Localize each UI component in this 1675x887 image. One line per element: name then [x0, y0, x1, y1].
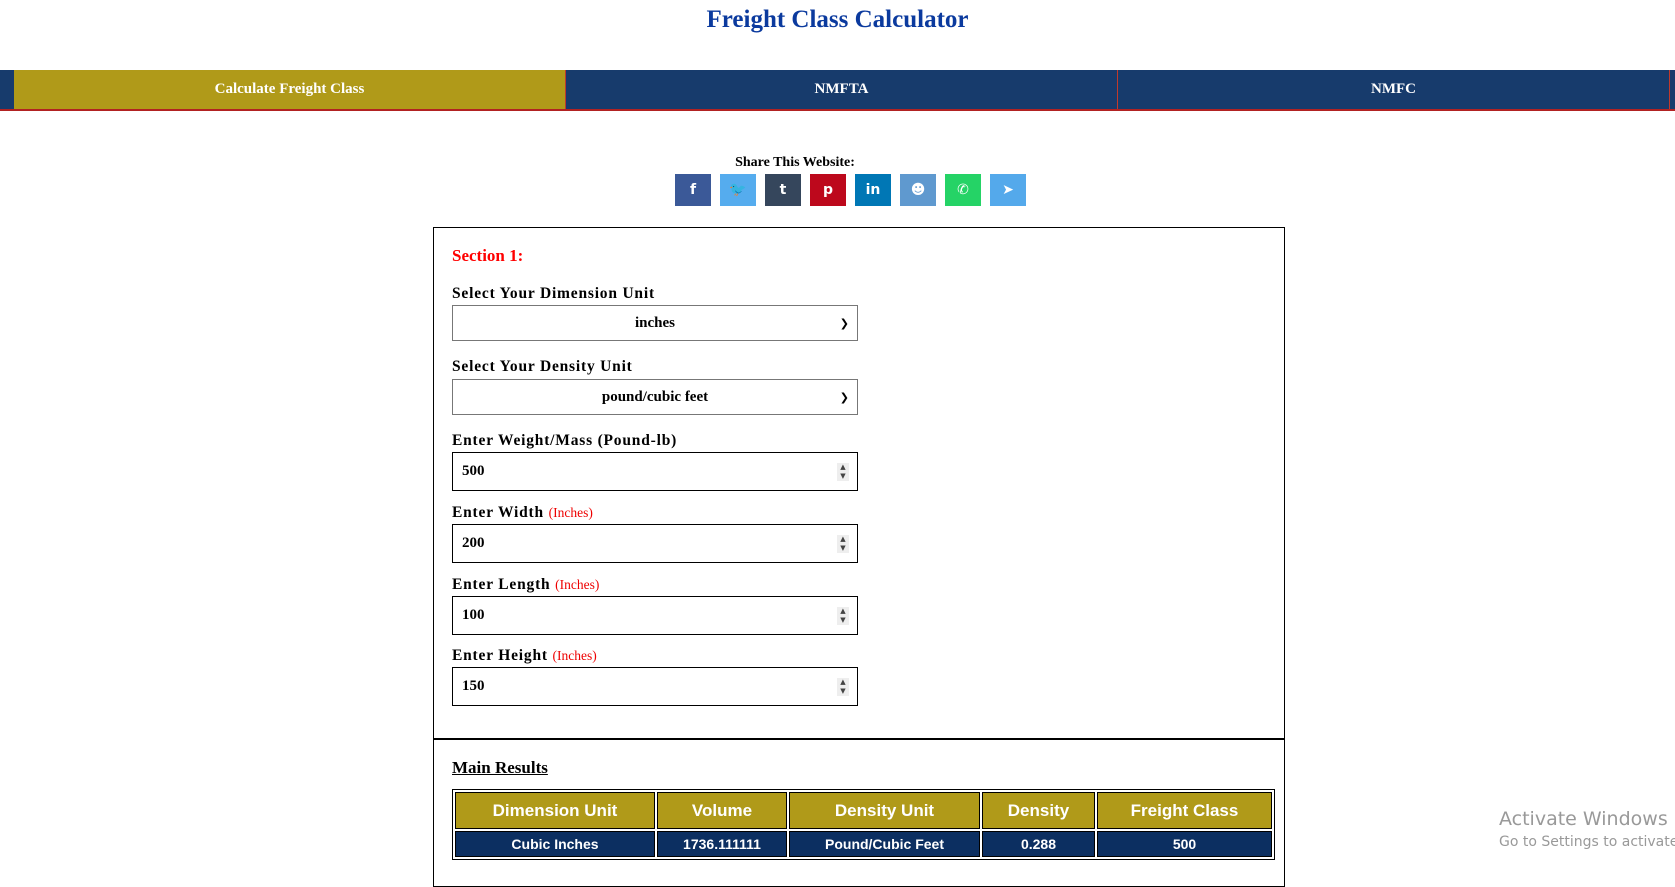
page-title: Freight Class Calculator	[706, 6, 969, 33]
height-label-text: Enter Height	[452, 647, 548, 664]
tab-calculate-freight-class[interactable]: Calculate Freight Class	[14, 70, 566, 109]
spinner-icon[interactable]: ▲ ▼	[837, 607, 849, 625]
header-dimension-unit: Dimension Unit	[455, 792, 655, 829]
chevron-down-icon: ❯	[839, 390, 849, 404]
density-unit-select[interactable]: pound/cubic feet ❯	[452, 379, 858, 415]
dimension-unit-select[interactable]: inches ❯	[452, 305, 858, 341]
pinterest-share-button[interactable]: p	[810, 174, 846, 206]
width-input[interactable]: 200 ▲ ▼	[452, 524, 858, 563]
density-unit-value: pound/cubic feet	[601, 388, 709, 405]
linkedin-icon: in	[865, 182, 881, 198]
section-label: Section 1:	[452, 246, 524, 265]
whatsapp-icon: ✆	[957, 182, 969, 198]
chevron-down-icon: ❯	[839, 316, 849, 330]
reddit-icon: ☻	[910, 182, 926, 198]
cell-density-unit: Pound/Cubic Feet	[789, 831, 980, 857]
twitter-icon: 🐦	[729, 182, 747, 198]
activate-windows-subtext: Go to Settings to activate Windows.	[1499, 834, 1675, 850]
density-unit-label: Select Your Density Unit	[452, 358, 633, 375]
length-label: Enter Length (Inches)	[452, 576, 599, 594]
height-unit: (Inches)	[552, 648, 597, 663]
height-value: 150	[462, 678, 485, 694]
header-density: Density	[982, 792, 1095, 829]
width-unit: (Inches)	[548, 505, 593, 520]
twitter-share-button[interactable]: 🐦	[720, 174, 756, 206]
telegram-share-button[interactable]: ➤	[990, 174, 1026, 206]
width-label: Enter Width (Inches)	[452, 504, 593, 522]
cell-dimension-unit: Cubic Inches	[455, 831, 655, 857]
reddit-share-button[interactable]: ☻	[900, 174, 936, 206]
share-buttons: f 🐦 t p in ☻ ✆ ➤	[675, 174, 1026, 206]
length-value: 100	[462, 607, 485, 623]
table-row: Cubic Inches 1736.111111 Pound/Cubic Fee…	[455, 831, 1272, 857]
weight-value: 500	[462, 463, 485, 479]
spinner-icon[interactable]: ▲ ▼	[837, 678, 849, 696]
height-input[interactable]: 150 ▲ ▼	[452, 667, 858, 706]
dimension-unit-value: inches	[634, 314, 675, 331]
activate-windows-watermark: Activate Windows	[1499, 808, 1668, 830]
width-label-text: Enter Width	[452, 504, 544, 521]
table-header-row: Dimension Unit Volume Density Unit Densi…	[455, 792, 1272, 829]
section-divider	[433, 738, 1285, 740]
weight-label: Enter Weight/Mass (Pound-lb)	[452, 432, 678, 449]
main-results-title: Main Results	[452, 758, 548, 777]
telegram-icon: ➤	[1002, 182, 1014, 198]
dimension-unit-label: Select Your Dimension Unit	[452, 285, 655, 302]
results-table: Dimension Unit Volume Density Unit Densi…	[452, 789, 1275, 860]
length-label-text: Enter Length	[452, 576, 551, 593]
linkedin-share-button[interactable]: in	[855, 174, 891, 206]
facebook-share-button[interactable]: f	[675, 174, 711, 206]
tab-nmfta[interactable]: NMFTA	[566, 70, 1118, 109]
length-unit: (Inches)	[555, 577, 600, 592]
share-label: Share This Website:	[735, 155, 855, 170]
tumblr-share-button[interactable]: t	[765, 174, 801, 206]
cell-density: 0.288	[982, 831, 1095, 857]
header-volume: Volume	[657, 792, 787, 829]
tab-nmfc[interactable]: NMFC	[1118, 70, 1670, 109]
width-value: 200	[462, 535, 485, 551]
length-input[interactable]: 100 ▲ ▼	[452, 596, 858, 635]
facebook-icon: f	[689, 182, 697, 198]
spinner-icon[interactable]: ▲ ▼	[837, 535, 849, 553]
pinterest-icon: p	[822, 182, 834, 198]
tumblr-icon: t	[779, 182, 787, 198]
nav-bar: Calculate Freight Class NMFTA NMFC	[0, 70, 1675, 111]
weight-input[interactable]: 500 ▲ ▼	[452, 452, 858, 491]
header-freight-class: Freight Class	[1097, 792, 1272, 829]
whatsapp-share-button[interactable]: ✆	[945, 174, 981, 206]
cell-freight-class: 500	[1097, 831, 1272, 857]
spinner-icon[interactable]: ▲ ▼	[837, 463, 849, 481]
cell-volume: 1736.111111	[657, 831, 787, 857]
height-label: Enter Height (Inches)	[452, 647, 597, 665]
header-density-unit: Density Unit	[789, 792, 980, 829]
